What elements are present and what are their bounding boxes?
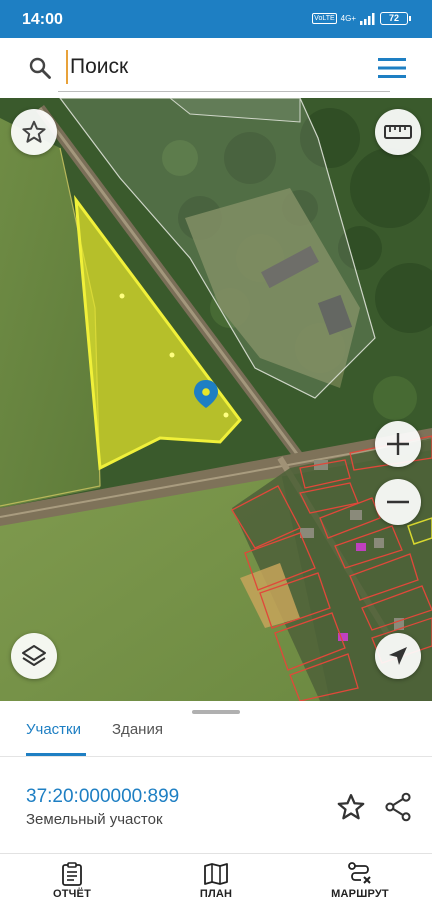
panel-tabs: Участки Здания — [0, 719, 432, 757]
search-icon[interactable] — [28, 56, 52, 80]
nav-report[interactable]: ОТЧЁТ — [22, 854, 122, 900]
parcel-info-panel: Участки Здания 37:20:000000:899 Земельны… — [0, 701, 432, 853]
parcel-cadastral-number[interactable]: 37:20:000000:899 — [26, 786, 179, 808]
tab-parcels[interactable]: Участки — [26, 719, 81, 757]
favorites-button[interactable] — [11, 109, 57, 155]
volte-badge: VoLTE — [312, 13, 337, 24]
report-icon — [62, 862, 82, 886]
hamburger-menu-icon[interactable] — [378, 56, 406, 80]
status-bar: 14:00 VoLTE 4G+ 72 — [0, 0, 432, 38]
search-input[interactable] — [66, 50, 352, 84]
map-canvas[interactable] — [0, 98, 432, 701]
status-time: 14:00 — [22, 11, 63, 28]
navigation-arrow-icon — [389, 647, 407, 665]
route-icon — [348, 862, 371, 884]
layers-icon — [22, 645, 46, 666]
zoom-out-button[interactable] — [375, 479, 421, 525]
active-tab-indicator — [26, 753, 86, 756]
satellite-map[interactable] — [0, 98, 432, 701]
bottom-navigation: ОТЧЁТ ПЛАН МАРШРУТ — [0, 853, 432, 900]
battery-icon: 72 — [380, 12, 411, 25]
search-bar — [0, 38, 432, 98]
nav-route[interactable]: МАРШРУТ — [310, 854, 410, 900]
parcel-type-label: Земельный участок — [26, 811, 163, 828]
ruler-icon — [384, 125, 412, 139]
nav-plan[interactable]: ПЛАН — [166, 854, 266, 900]
nav-route-label: МАРШРУТ — [331, 888, 389, 900]
map-plan-icon — [204, 863, 228, 885]
zoom-in-button[interactable] — [375, 421, 421, 467]
layers-button[interactable] — [11, 633, 57, 679]
tab-buildings[interactable]: Здания — [112, 719, 163, 757]
minus-icon — [387, 500, 409, 504]
star-icon — [22, 120, 46, 143]
status-icons: VoLTE 4G+ 72 — [312, 12, 411, 25]
plus-icon — [387, 433, 409, 455]
panel-drag-handle[interactable] — [192, 710, 240, 714]
search-underline — [58, 91, 390, 92]
nav-plan-label: ПЛАН — [199, 888, 233, 900]
network-type: 4G+ — [340, 13, 356, 23]
signal-icon — [360, 12, 375, 25]
nav-report-label: ОТЧЁТ — [52, 888, 92, 900]
my-location-button[interactable] — [375, 633, 421, 679]
share-icon[interactable] — [384, 792, 412, 822]
ruler-button[interactable] — [375, 109, 421, 155]
add-favorite-star-icon[interactable] — [336, 792, 366, 822]
